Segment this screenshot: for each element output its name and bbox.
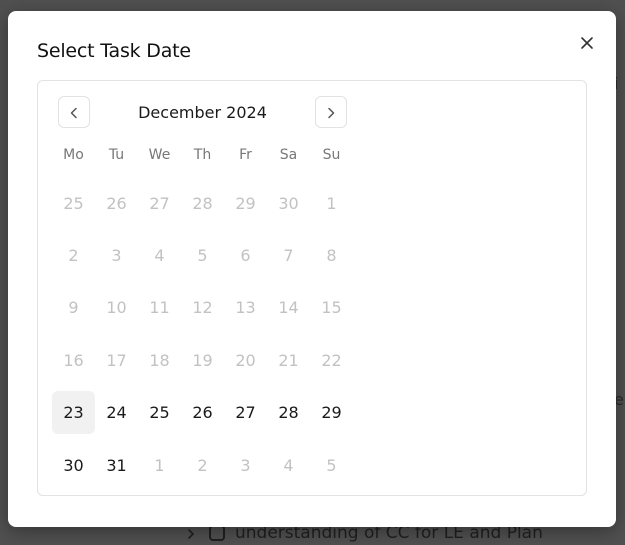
day-cell[interactable]: 14	[267, 286, 310, 329]
day-cell[interactable]: 29	[310, 391, 353, 434]
day-cell[interactable]: 19	[181, 339, 224, 382]
week-row: 2 3 4 5 6 7 8	[52, 229, 353, 281]
day-cell[interactable]: 30	[52, 444, 95, 487]
day-cell[interactable]: 10	[95, 286, 138, 329]
day-cell[interactable]: 31	[95, 444, 138, 487]
day-cell[interactable]: 22	[310, 339, 353, 382]
date-picker-modal: Select Task Date December 2024 Mo Tu We …	[8, 11, 616, 527]
day-cell[interactable]: 1	[138, 444, 181, 487]
day-cell[interactable]: 1	[310, 182, 353, 225]
day-grid: 25 26 27 28 29 30 1 2 3 4 5 6 7 8 9 10 1…	[52, 177, 353, 491]
day-cell[interactable]: 24	[95, 391, 138, 434]
day-cell[interactable]: 26	[181, 391, 224, 434]
day-cell[interactable]: 3	[224, 444, 267, 487]
day-cell[interactable]: 16	[52, 339, 95, 382]
day-cell[interactable]: 27	[138, 182, 181, 225]
day-cell[interactable]: 27	[224, 391, 267, 434]
day-cell[interactable]: 17	[95, 339, 138, 382]
chevron-left-icon	[68, 105, 80, 119]
weekday-label: Tu	[108, 147, 125, 163]
weekday-label: Mo	[63, 147, 84, 163]
day-cell[interactable]: 12	[181, 286, 224, 329]
previous-month-button[interactable]	[58, 96, 90, 128]
day-cell[interactable]: 5	[181, 234, 224, 277]
close-icon	[580, 35, 594, 49]
week-row: 9 10 11 12 13 14 15	[52, 282, 353, 334]
week-row: 23 24 25 26 27 28 29	[52, 387, 353, 439]
week-row: 16 17 18 19 20 21 22	[52, 334, 353, 386]
weekday-label: Th	[193, 147, 212, 163]
day-cell[interactable]: 25	[52, 182, 95, 225]
month-label: December 2024	[138, 103, 267, 122]
day-cell[interactable]: 25	[138, 391, 181, 434]
weekday-label: Sa	[279, 147, 298, 163]
day-cell[interactable]: 4	[267, 444, 310, 487]
day-cell[interactable]: 7	[267, 234, 310, 277]
day-cell[interactable]: 30	[267, 182, 310, 225]
weekday-label: We	[148, 147, 171, 163]
day-cell[interactable]: 11	[138, 286, 181, 329]
chevron-right-icon	[185, 526, 197, 540]
day-cell[interactable]: 5	[310, 444, 353, 487]
next-month-button[interactable]	[315, 96, 347, 128]
day-cell[interactable]: 4	[138, 234, 181, 277]
day-cell[interactable]: 9	[52, 286, 95, 329]
day-cell[interactable]: 8	[310, 234, 353, 277]
day-cell[interactable]: 28	[181, 182, 224, 225]
week-row: 30 31 1 2 3 4 5	[52, 439, 353, 491]
day-cell[interactable]: 18	[138, 339, 181, 382]
chevron-right-icon	[325, 105, 337, 119]
task-checkbox	[209, 525, 225, 541]
day-cell[interactable]: 2	[52, 234, 95, 277]
day-cell[interactable]: 13	[224, 286, 267, 329]
day-cell[interactable]: 28	[267, 391, 310, 434]
weekday-label: Fr	[239, 147, 252, 163]
modal-title: Select Task Date	[37, 40, 191, 62]
day-cell[interactable]: 2	[181, 444, 224, 487]
day-cell[interactable]: 3	[95, 234, 138, 277]
day-cell[interactable]: 29	[224, 182, 267, 225]
day-cell-selected[interactable]: 23	[52, 391, 95, 435]
day-cell[interactable]: 15	[310, 286, 353, 329]
weekday-label: Su	[322, 147, 341, 163]
week-row: 25 26 27 28 29 30 1	[52, 177, 353, 229]
close-button[interactable]	[574, 29, 600, 55]
day-cell[interactable]: 20	[224, 339, 267, 382]
day-cell[interactable]: 21	[267, 339, 310, 382]
day-cell[interactable]: 26	[95, 182, 138, 225]
calendar: December 2024 Mo Tu We Th Fr Sa Su 25 26…	[37, 80, 587, 496]
weekday-header: Mo Tu We Th Fr Sa Su	[52, 147, 353, 163]
day-cell[interactable]: 6	[224, 234, 267, 277]
